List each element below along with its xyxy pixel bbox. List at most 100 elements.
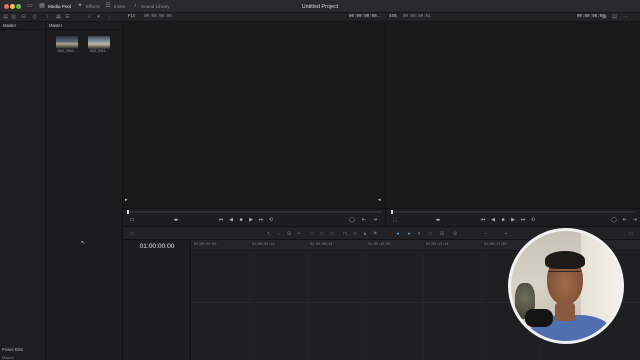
- list-view-icon[interactable]: ☰: [64, 14, 71, 21]
- blade-tool-icon[interactable]: ✂: [296, 231, 302, 237]
- more-options-icon[interactable]: ⋯: [375, 14, 382, 21]
- minimize-window-button[interactable]: [10, 4, 15, 9]
- mark-in-icon[interactable]: ⇤: [622, 217, 628, 223]
- link-icon[interactable]: ∞: [352, 231, 358, 237]
- zoom-in-icon[interactable]: +: [503, 231, 509, 237]
- ruler-label: 01:00:17:00: [484, 243, 507, 247]
- timeline-playhead[interactable]: [391, 210, 393, 214]
- detail-zoom-icon[interactable]: ⊞: [439, 231, 445, 237]
- grid-line: [423, 251, 424, 360]
- source-duration: 00:00:00:00: [349, 15, 377, 19]
- timeline-options-icon[interactable]: ▭: [129, 231, 135, 237]
- selection-tool-icon[interactable]: ↖: [266, 231, 272, 237]
- source-playhead[interactable]: [127, 210, 129, 214]
- zoom-out-icon[interactable]: −: [483, 231, 489, 237]
- loop-icon[interactable]: ⟲: [268, 217, 274, 223]
- mark-in-icon[interactable]: ⇤: [361, 217, 367, 223]
- clip-name: IMG_0910...: [57, 49, 77, 53]
- mark-out-icon[interactable]: ⇥: [632, 217, 638, 223]
- dynamic-trim-icon[interactable]: ⊞: [286, 231, 292, 237]
- clip-image: [56, 36, 78, 49]
- stop-icon[interactable]: ■: [238, 217, 244, 223]
- audio-track-icon[interactable]: ◂▸: [173, 217, 179, 223]
- fit-dropdown[interactable]: Fit: [128, 14, 136, 21]
- replace-clip-icon[interactable]: ▭: [329, 231, 335, 237]
- out-point-marker[interactable]: ◂: [378, 198, 383, 203]
- source-viewer[interactable]: ▸: [123, 22, 386, 208]
- full-extent-zoom-icon[interactable]: ▭: [427, 231, 433, 237]
- search-icon[interactable]: ⌕: [86, 14, 93, 21]
- go-to-end-icon[interactable]: ⏭: [258, 217, 264, 223]
- sort-icon[interactable]: ↕: [44, 14, 51, 21]
- cut-view-icon[interactable]: ▤: [611, 14, 618, 21]
- grid-line: [307, 251, 308, 360]
- insert-clip-icon[interactable]: ▭: [309, 231, 315, 237]
- ruler-label: 01:00:10:06: [368, 243, 391, 247]
- metadata-icon[interactable]: ▥: [10, 14, 17, 21]
- stop-icon[interactable]: ■: [500, 217, 506, 223]
- presenter-glasses: [549, 271, 581, 276]
- timeline-scrubber[interactable]: [391, 211, 636, 213]
- close-window-button[interactable]: [4, 4, 9, 9]
- zoom-window-button[interactable]: [16, 4, 21, 9]
- bin-list-icon[interactable]: ▤: [2, 14, 9, 21]
- presenter-neck: [555, 303, 575, 321]
- timeline-view-icon[interactable]: ▣: [601, 14, 608, 21]
- play-icon[interactable]: ▶: [510, 217, 516, 223]
- zoom-percent[interactable]: 45%: [389, 14, 397, 21]
- view-options-icon[interactable]: ▾: [95, 14, 102, 21]
- snapping-icon[interactable]: ⊓: [342, 231, 348, 237]
- metadata-view-icon[interactable]: ⋮: [106, 14, 113, 21]
- marker-icon[interactable]: ●: [395, 231, 401, 237]
- timeline-transport: ⬚ ◂▸ ⏮ ◀ ■ ▶ ⏭ ⟲ ◯ ⇤ ⇥: [387, 208, 640, 226]
- safe-area-icon[interactable]: ⬚: [392, 217, 398, 223]
- source-scrubber[interactable]: [127, 211, 381, 213]
- mark-out-icon[interactable]: ⇥: [372, 217, 378, 223]
- keyword-icon[interactable]: ⊟: [20, 14, 27, 21]
- power-bins-label[interactable]: Power Bins: [2, 347, 23, 352]
- play-reverse-icon[interactable]: ◀: [490, 217, 496, 223]
- viewer-toolbar: ▤ ▥ ⊟ ◎ ↕ ▦ ☰ ⌕ ▾ ⋮ Fit 00:00:00:00 00:0…: [0, 13, 640, 22]
- microphone: [525, 309, 553, 327]
- sound-library-icon: ♪: [133, 3, 137, 9]
- clip-image: [88, 36, 110, 49]
- flag-icon[interactable]: ⚑: [372, 231, 378, 237]
- ruler-label: 01:00:06:24: [310, 243, 333, 247]
- tab-index[interactable]: Index: [114, 3, 125, 11]
- presenter-hair: [545, 251, 585, 269]
- clip-thumbnail[interactable]: IMG_0911...: [88, 36, 110, 53]
- audio-meter-icon[interactable]: ▭: [628, 231, 634, 237]
- thumbnail-view-icon[interactable]: ▦: [55, 14, 62, 21]
- smart-bin-icon[interactable]: ◎: [31, 14, 38, 21]
- go-to-start-icon[interactable]: ⏮: [480, 217, 486, 223]
- source-transport: ▭ ◂▸ ⏮ ◀ ■ ▶ ⏭ ⟲ ◯ ⇤ ⇥: [123, 208, 386, 226]
- marker-color-icon[interactable]: ●: [406, 231, 412, 237]
- trim-tool-icon[interactable]: ⇔: [276, 231, 282, 237]
- position-lock-icon[interactable]: 🔒︎: [362, 231, 368, 237]
- window-options-icon[interactable]: ⋯: [622, 14, 629, 21]
- sidebar-toggle-icon[interactable]: ▭: [26, 3, 34, 10]
- tab-media-pool[interactable]: Media Pool: [48, 3, 71, 11]
- master-bin[interactable]: Master: [0, 22, 45, 30]
- match-frame-icon[interactable]: ◯: [611, 217, 617, 223]
- audio-track-icon[interactable]: ◂▸: [435, 217, 441, 223]
- custom-zoom-icon[interactable]: ⊕: [452, 231, 458, 237]
- tab-sound-library[interactable]: Sound Library: [141, 3, 170, 11]
- overwrite-clip-icon[interactable]: ▭: [319, 231, 325, 237]
- loop-icon[interactable]: ⟲: [530, 217, 536, 223]
- clip-view-icon[interactable]: ▭: [129, 217, 135, 223]
- clip-thumbnail[interactable]: IMG_0910...: [56, 36, 78, 53]
- go-to-start-icon[interactable]: ⏮: [218, 217, 224, 223]
- media-pool-icon: ▦: [39, 3, 45, 9]
- play-reverse-icon[interactable]: ◀: [228, 217, 234, 223]
- effects-icon: ✦: [77, 3, 83, 9]
- play-icon[interactable]: ▶: [248, 217, 254, 223]
- marker-dropdown-icon[interactable]: ▾: [416, 231, 422, 237]
- timeline-viewer[interactable]: ◂: [378, 22, 640, 208]
- media-pool-panel: Master IMG_0910... IMG_0911...: [46, 22, 123, 360]
- match-frame-icon[interactable]: ◯: [349, 217, 355, 223]
- go-to-end-icon[interactable]: ⏭: [520, 217, 526, 223]
- power-bins-master[interactable]: Master: [2, 355, 14, 360]
- tab-effects[interactable]: Effects: [86, 3, 100, 11]
- in-point-marker[interactable]: ▸: [125, 198, 130, 203]
